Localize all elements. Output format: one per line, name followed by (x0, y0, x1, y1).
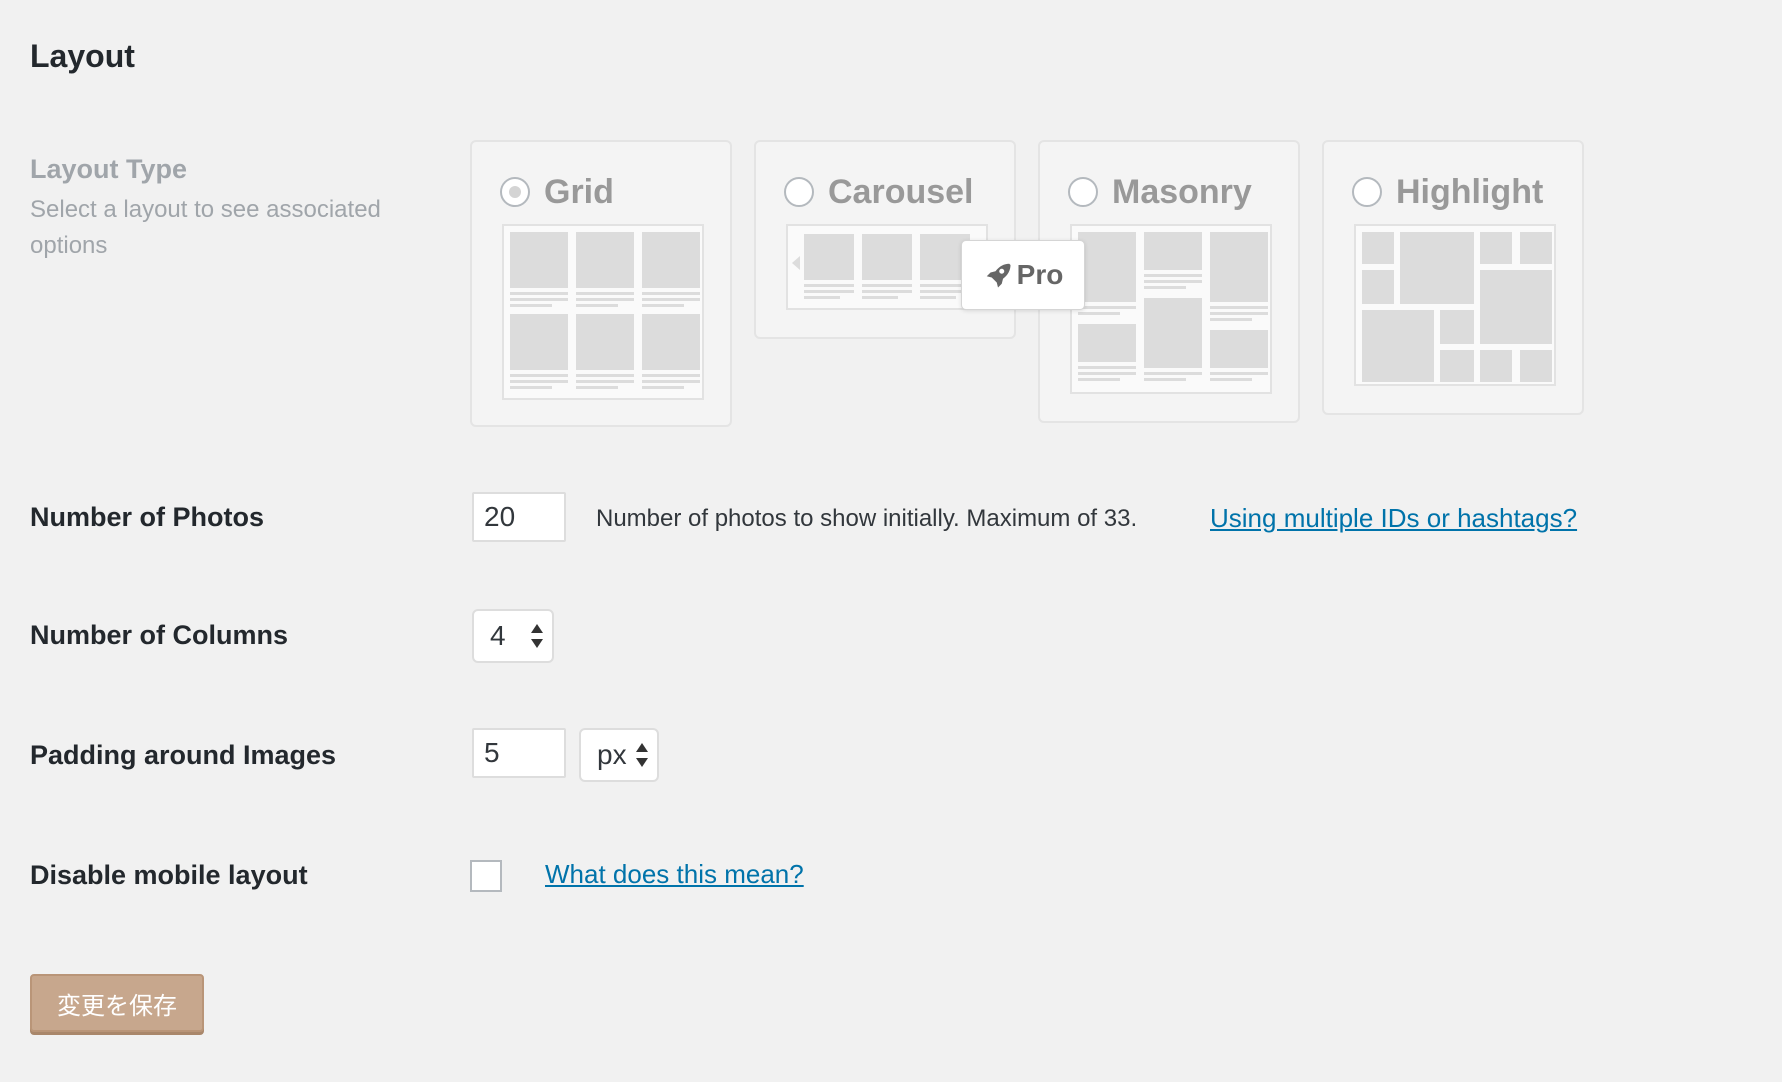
what-does-this-mean-link[interactable]: What does this mean? (545, 859, 804, 890)
masonry-preview-image (1070, 224, 1272, 394)
masonry-radio[interactable] (1068, 177, 1098, 207)
up-down-arrows-icon (531, 624, 543, 648)
grid-label: Grid (544, 172, 614, 211)
layout-option-grid[interactable]: Grid (470, 140, 732, 427)
padding-around-images-label: Padding around Images (30, 740, 337, 770)
highlight-label: Highlight (1396, 172, 1544, 211)
rocket-icon (986, 263, 1011, 288)
disable-mobile-layout-label: Disable mobile layout (30, 860, 308, 890)
number-of-photos-label: Number of Photos (30, 502, 264, 532)
grid-radio[interactable] (500, 177, 530, 207)
padding-unit-select[interactable]: px (579, 728, 659, 782)
section-title: Layout (30, 38, 135, 74)
multiple-ids-link[interactable]: Using multiple IDs or hashtags? (1210, 503, 1577, 534)
pro-badge-label: Pro (1016, 259, 1064, 290)
highlight-radio[interactable] (1352, 177, 1382, 207)
number-of-columns-select[interactable]: 4 (472, 609, 554, 663)
layout-type-label: Layout Type (30, 154, 188, 184)
padding-unit-value: px (597, 739, 627, 770)
number-of-photos-input[interactable] (472, 492, 566, 542)
number-of-photos-help: Number of photos to show initially. Maxi… (596, 505, 1138, 532)
highlight-preview-image (1354, 224, 1556, 386)
carousel-preview-image (786, 224, 988, 310)
padding-input[interactable] (472, 728, 566, 778)
save-changes-button[interactable]: 変更を保存 (30, 974, 204, 1032)
masonry-label: Masonry (1112, 172, 1252, 211)
disable-mobile-layout-checkbox[interactable] (470, 860, 502, 892)
grid-preview-image (502, 224, 704, 400)
layout-type-description: Select a layout to see associated option… (30, 196, 381, 259)
layout-option-highlight[interactable]: Highlight (1322, 140, 1584, 415)
carousel-label: Carousel (828, 172, 974, 211)
number-of-columns-value: 4 (490, 620, 506, 651)
up-down-arrows-icon (636, 743, 648, 767)
carousel-radio[interactable] (784, 177, 814, 207)
number-of-columns-label: Number of Columns (30, 620, 289, 650)
pro-badge[interactable]: Pro (961, 240, 1085, 310)
